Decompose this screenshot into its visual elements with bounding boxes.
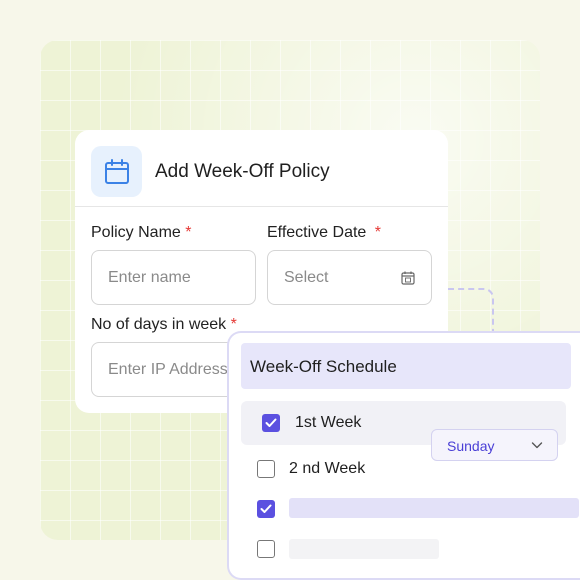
week-2-label: 2 nd Week — [289, 460, 366, 477]
days-in-week-label-text: No of days in week — [91, 316, 227, 333]
effective-date-label: Effective Date * — [267, 224, 381, 242]
week-3-checkbox[interactable] — [257, 500, 275, 518]
week-1-day-select[interactable]: Sunday — [431, 429, 558, 461]
policy-name-placeholder: Enter name — [108, 269, 191, 286]
schedule-title: Week-Off Schedule — [250, 357, 397, 376]
policy-name-input[interactable]: Enter name — [91, 250, 256, 305]
week-4-placeholder-bar — [289, 539, 439, 559]
date-picker-calendar-icon[interactable] — [401, 271, 415, 285]
check-icon — [265, 418, 277, 427]
policy-name-label: Policy Name * — [91, 224, 192, 242]
week-1-checkbox[interactable] — [262, 414, 280, 432]
effective-date-picker[interactable]: Select — [267, 250, 432, 305]
calendar-icon-box — [91, 146, 142, 197]
card-title: Add Week-Off Policy — [155, 161, 330, 182]
required-mark: * — [230, 316, 237, 333]
calendar-icon — [104, 158, 129, 184]
chevron-down-icon — [531, 442, 543, 449]
dashed-connector — [448, 288, 494, 332]
schedule-header: Week-Off Schedule — [241, 343, 571, 389]
week-2-checkbox[interactable] — [257, 460, 275, 478]
week-3-placeholder-bar — [289, 498, 579, 518]
effective-date-placeholder: Select — [284, 269, 329, 286]
week-1-label: 1st Week — [295, 414, 362, 431]
week-1-day-value: Sunday — [447, 438, 495, 454]
policy-name-label-text: Policy Name — [91, 224, 181, 241]
check-icon — [260, 504, 272, 513]
week-off-schedule-panel: Week-Off Schedule 1st Week Sunday 2 nd W… — [227, 331, 580, 580]
card-header: Add Week-Off Policy — [75, 130, 448, 207]
required-mark: * — [185, 224, 192, 241]
days-in-week-placeholder: Enter IP Address — [108, 361, 228, 378]
required-mark: * — [374, 224, 381, 241]
week-4-checkbox[interactable] — [257, 540, 275, 558]
effective-date-label-text: Effective Date — [267, 224, 367, 241]
days-in-week-label: No of days in week * — [91, 316, 237, 334]
